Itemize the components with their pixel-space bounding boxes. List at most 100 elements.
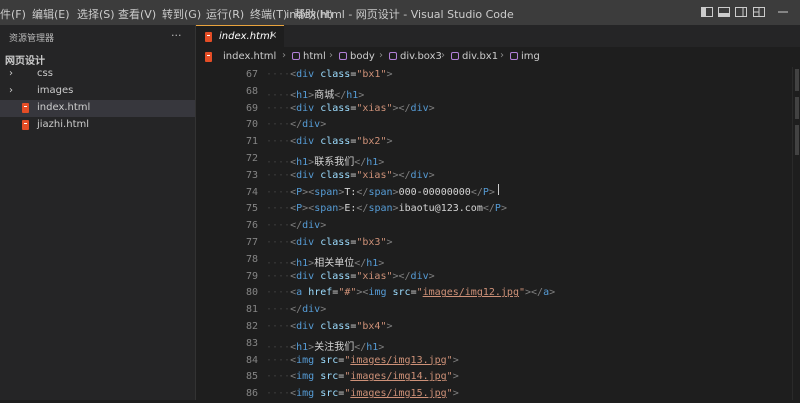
line-number: 74 (245, 186, 258, 198)
more-actions-icon[interactable]: ··· (171, 29, 182, 42)
line-number: 68 (245, 85, 258, 97)
code-text: ····<div class="bx1"> (266, 69, 393, 80)
code-text: ····<a href="#"><img src="images/img12.j… (266, 287, 556, 299)
breadcrumb-separator: › (329, 50, 333, 61)
breadcrumb-item[interactable]: index.html (223, 51, 276, 62)
element-symbol-icon (451, 52, 459, 60)
code-text: ····</div> (266, 220, 327, 232)
tree-folder[interactable]: › images (0, 83, 195, 100)
tree-item-label: jiazhi.html (37, 119, 90, 130)
editor-scrollbar[interactable] (792, 67, 800, 400)
menu-item[interactable]: 查看(V) (118, 6, 156, 22)
tree-file[interactable]: jiazhi.html (0, 117, 195, 134)
html-file-icon (22, 120, 29, 130)
toggle-sidebar-icon[interactable] (700, 5, 714, 19)
code-text: ····<P><span>E:</span>ibaotu@123.com</P> (266, 203, 507, 215)
breadcrumb-separator: › (379, 50, 383, 61)
code-text: ····<img src="images/img15.jpg"> (266, 388, 459, 400)
code-line: 74 ····<P><span>T:</span>000-00000000</P> (196, 185, 788, 202)
menu-item[interactable]: 转到(G) (162, 6, 201, 22)
scrollbar-marker (795, 69, 799, 91)
code-line: 80 ····<a href="#"><img src="images/img12… (196, 285, 788, 302)
code-line: 72 ····<h1>联系我们</h1> (196, 151, 788, 168)
code-line: 73 ····<div class="xias"></div> (196, 168, 788, 185)
breadcrumb-separator: › (500, 50, 504, 61)
customize-layout-icon[interactable] (752, 5, 766, 19)
code-line: 67 ····<div class="bx1"> (196, 67, 788, 84)
code-line: 85 ····<img src="images/img14.jpg"> (196, 369, 788, 386)
workspace-folder[interactable]: 网页设计 (0, 49, 195, 67)
code-line: 79 ····<div class="xias"></div> (196, 269, 788, 286)
code-text: ····<div class="xias"></div> (266, 270, 435, 282)
line-number: 85 (245, 371, 258, 383)
code-text: ····<h1>关注我们</h1> (266, 341, 385, 353)
code-line: 84 ····<img src="images/img13.jpg"> (196, 353, 788, 370)
title-bar: 件(F) 编辑(E) 选择(S) 查看(V) 转到(G) 运行(R) 终端(T) 帮助(H) … (0, 0, 800, 25)
breadcrumb-item[interactable]: img (521, 51, 540, 62)
code-text: ····<P><span>T:</span>000-00000000</P> (266, 186, 495, 198)
toggle-secondary-sidebar-icon[interactable] (734, 5, 748, 19)
code-text: ····</div> (266, 119, 327, 131)
html-file-icon (205, 52, 212, 62)
code-text: ····<div class="bx3"> (266, 237, 393, 248)
line-number: 76 (245, 220, 258, 232)
line-number: 71 (245, 136, 258, 148)
code-text: ····<h1>商城</h1> (266, 89, 365, 101)
line-number: 83 (245, 337, 258, 349)
menu-item[interactable]: 编辑(E) (32, 6, 70, 22)
breadcrumb: index.html › html › body › div.box3 › div.bx1 › im… (196, 47, 800, 67)
code-text: ····<div class="bx4"> (266, 321, 393, 332)
code-line: 75 ····<P><span>E:</span>ibaotu@123.com</… (196, 201, 788, 218)
html-file-icon (205, 32, 212, 42)
code-line: 78 ····<h1>相关单位</h1> (196, 252, 788, 269)
menu-item[interactable]: 终端(T) (250, 6, 287, 22)
line-number: 70 (245, 119, 258, 131)
menu-item[interactable]: 帮助(H) (294, 6, 333, 22)
line-number: 82 (245, 321, 258, 332)
code-line: 68 ····<h1>商城</h1> (196, 84, 788, 101)
line-number: 78 (245, 253, 258, 265)
breadcrumb-item[interactable]: div.box3 (400, 51, 442, 62)
tab-bar: index.html × (196, 25, 800, 47)
code-line: 77 ····<div class="bx3"> (196, 235, 788, 252)
code-text: ····<h1>联系我们</h1> (266, 157, 385, 168)
tab-index-html[interactable]: index.html × (196, 25, 284, 47)
code-line: 70 ····</div> (196, 117, 788, 134)
breadcrumb-item[interactable]: div.bx1 (462, 51, 498, 62)
line-number: 84 (245, 354, 258, 366)
close-icon[interactable]: × (269, 30, 277, 41)
tree-item-label: index.html (37, 102, 91, 113)
tree-file[interactable]: index.html (0, 100, 195, 117)
code-editor[interactable]: 67 ····<div class="bx1"> 68 ····<h1>商城</h1>… (196, 67, 800, 400)
breadcrumb-separator: › (282, 50, 286, 61)
menu-item[interactable]: 选择(S) (77, 6, 115, 22)
line-number: 77 (245, 237, 258, 248)
code-text: ····<h1>相关单位</h1> (266, 257, 385, 269)
scrollbar-marker (795, 97, 799, 119)
html-file-icon (22, 103, 29, 113)
code-line: 86 ····<img src="images/img15.jpg"> (196, 386, 788, 403)
tab-label: index.html (219, 31, 273, 42)
scrollbar-marker (795, 125, 799, 155)
code-line: 83 ····<h1>关注我们</h1> (196, 336, 788, 353)
breadcrumb-item[interactable]: html (303, 51, 326, 62)
code-text: ····<div class="bx2"> (266, 136, 393, 148)
line-number: 80 (245, 287, 258, 299)
line-number: 81 (245, 304, 258, 316)
line-number: 79 (245, 270, 258, 282)
element-symbol-icon (510, 52, 518, 60)
code-line: 81 ····</div> (196, 302, 788, 319)
tree-folder[interactable]: › css (0, 66, 195, 83)
line-number: 86 (245, 388, 258, 400)
line-number: 67 (245, 69, 258, 80)
tree-item-label: css (37, 68, 53, 79)
menu-item[interactable]: 运行(R) (206, 6, 244, 22)
workspace-folder-label: 网页设计 (5, 56, 45, 67)
minimize-icon[interactable] (776, 5, 790, 19)
menu-item[interactable]: 件(F) (0, 6, 26, 22)
toggle-panel-icon[interactable] (717, 5, 731, 19)
tree-item-label: images (37, 85, 74, 96)
element-symbol-icon (339, 52, 347, 60)
code-text: ····<div class="xias"></div> (266, 102, 435, 114)
breadcrumb-item[interactable]: body (350, 51, 375, 62)
